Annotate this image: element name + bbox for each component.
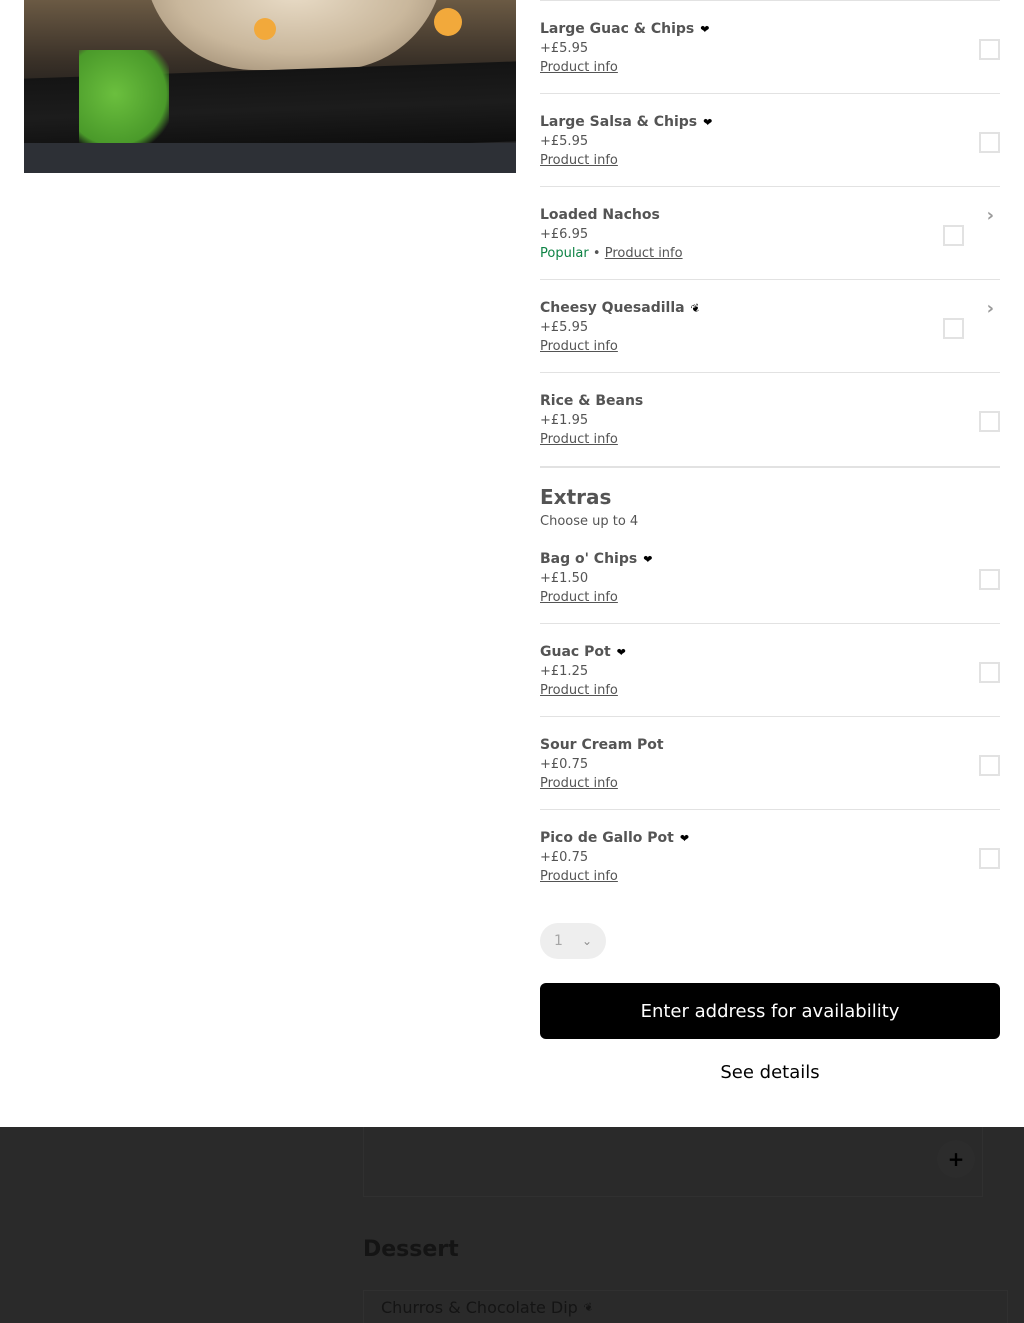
extra-checkbox[interactable] xyxy=(979,848,1000,869)
extra-name: Guac Pot xyxy=(540,644,611,660)
option-name-wrap: Loaded Nachos xyxy=(540,207,660,223)
option-name: Large Salsa & Chips xyxy=(540,114,698,130)
meta-separator: • xyxy=(592,246,605,261)
heart-icon: ❤ xyxy=(700,22,710,36)
option-meta: Product info xyxy=(540,432,618,447)
section-divider xyxy=(540,466,1000,468)
leaf-icon: ❦ xyxy=(581,1299,595,1316)
photo-surface xyxy=(24,143,516,173)
extra-checkbox[interactable] xyxy=(979,569,1000,590)
photo-pepper xyxy=(254,18,276,40)
dessert-item-name: Churros & Chocolate Dip xyxy=(381,1298,578,1317)
option-row[interactable]: Large Guac & Chips ❤ +£5.95 Product info xyxy=(540,1,1000,94)
option-name: Loaded Nachos xyxy=(540,207,660,223)
option-price: +£5.95 xyxy=(540,41,589,56)
background-overlay[interactable]: + Dessert Churros & Chocolate Dip ❦ xyxy=(0,1127,1024,1323)
chevron-right-icon[interactable]: › xyxy=(987,298,994,319)
extra-name-wrap: Guac Pot ❤ xyxy=(540,644,626,660)
extra-meta: Product info xyxy=(540,683,618,698)
quantity-select[interactable]: 1 ⌄ xyxy=(540,923,606,959)
extra-price: +£0.75 xyxy=(540,850,589,865)
extras-subtitle: Choose up to 4 xyxy=(540,514,639,529)
option-price: +£5.95 xyxy=(540,134,589,149)
option-meta: Popular • Product info xyxy=(540,246,683,261)
extra-checkbox[interactable] xyxy=(979,755,1000,776)
product-info-link[interactable]: Product info xyxy=(540,776,618,791)
product-info-link[interactable]: Product info xyxy=(540,432,618,447)
product-info-link[interactable]: Product info xyxy=(540,590,618,605)
option-name: Cheesy Quesadilla xyxy=(540,300,685,316)
option-price: +£1.95 xyxy=(540,413,589,428)
plus-icon: + xyxy=(937,1140,975,1178)
option-name-wrap: Large Salsa & Chips ❤ xyxy=(540,114,712,130)
photo-pepper xyxy=(434,8,462,36)
option-price: +£6.95 xyxy=(540,227,589,242)
product-info-link[interactable]: Product info xyxy=(540,683,618,698)
option-row[interactable]: Loaded Nachos +£6.95 Popular • Product i… xyxy=(540,187,1000,280)
product-info-link[interactable]: Product info xyxy=(540,869,618,884)
product-info-link[interactable]: Product info xyxy=(540,60,618,75)
extra-name: Pico de Gallo Pot xyxy=(540,830,674,846)
option-checkbox[interactable] xyxy=(979,39,1000,60)
popular-badge: Popular xyxy=(540,246,589,261)
dessert-item: Churros & Chocolate Dip ❦ xyxy=(381,1298,595,1317)
extra-meta: Product info xyxy=(540,869,618,884)
leaf-icon: ❦ xyxy=(688,300,702,316)
see-details-link[interactable]: See details xyxy=(540,1062,1000,1083)
option-checkbox[interactable] xyxy=(943,318,964,339)
extra-row[interactable]: Sour Cream Pot +£0.75 Product info xyxy=(540,717,1000,810)
option-name-wrap: Large Guac & Chips ❤ xyxy=(540,21,709,37)
option-checkbox[interactable] xyxy=(979,411,1000,432)
extras-title: Extras xyxy=(540,485,612,509)
product-info-link[interactable]: Product info xyxy=(605,246,683,261)
extra-row[interactable]: Guac Pot ❤ +£1.25 Product info xyxy=(540,624,1000,717)
option-meta: Product info xyxy=(540,339,618,354)
option-name: Large Guac & Chips xyxy=(540,21,695,37)
extra-name-wrap: Sour Cream Pot xyxy=(540,737,664,753)
option-name-wrap: Rice & Beans xyxy=(540,393,643,409)
dessert-section-title: Dessert xyxy=(363,1237,459,1262)
chevron-right-icon[interactable]: › xyxy=(987,205,994,226)
option-checkbox[interactable] xyxy=(943,225,964,246)
extra-row[interactable]: Bag o' Chips ❤ +£1.50 Product info xyxy=(540,531,1000,624)
extra-checkbox[interactable] xyxy=(979,662,1000,683)
option-name-wrap: Cheesy Quesadilla ❦ xyxy=(540,300,702,316)
extra-price: +£0.75 xyxy=(540,757,589,772)
option-row[interactable]: Cheesy Quesadilla ❦ +£5.95 Product info … xyxy=(540,280,1000,373)
heart-icon: ❤ xyxy=(679,831,690,845)
option-meta: Product info xyxy=(540,153,618,168)
option-row[interactable]: Large Salsa & Chips ❤ +£5.95 Product inf… xyxy=(540,94,1000,187)
option-checkbox[interactable] xyxy=(979,132,1000,153)
option-meta: Product info xyxy=(540,60,618,75)
enter-address-button[interactable]: Enter address for availability xyxy=(540,983,1000,1039)
option-name: Rice & Beans xyxy=(540,393,644,409)
heart-icon: ❤ xyxy=(616,645,626,659)
extra-row[interactable]: Pico de Gallo Pot ❤ +£0.75 Product info xyxy=(540,810,1000,903)
product-info-link[interactable]: Product info xyxy=(540,153,618,168)
product-photo xyxy=(24,0,516,173)
extra-name: Sour Cream Pot xyxy=(540,737,664,753)
option-price: +£5.95 xyxy=(540,320,589,335)
extra-price: +£1.50 xyxy=(540,571,589,586)
background-card xyxy=(363,1127,983,1197)
heart-icon: ❤ xyxy=(703,115,713,129)
extra-name: Bag o' Chips xyxy=(540,551,638,567)
extra-meta: Product info xyxy=(540,776,618,791)
option-row[interactable]: Rice & Beans +£1.95 Product info xyxy=(540,373,1000,466)
product-info-link[interactable]: Product info xyxy=(540,339,618,354)
photo-taco xyxy=(144,0,444,70)
extra-name-wrap: Pico de Gallo Pot ❤ xyxy=(540,830,689,846)
quantity-value: 1 xyxy=(554,933,563,949)
extra-price: +£1.25 xyxy=(540,664,589,679)
chevron-down-icon: ⌄ xyxy=(581,934,592,948)
extra-meta: Product info xyxy=(540,590,618,605)
extra-name-wrap: Bag o' Chips ❤ xyxy=(540,551,652,567)
heart-icon: ❤ xyxy=(643,552,653,566)
